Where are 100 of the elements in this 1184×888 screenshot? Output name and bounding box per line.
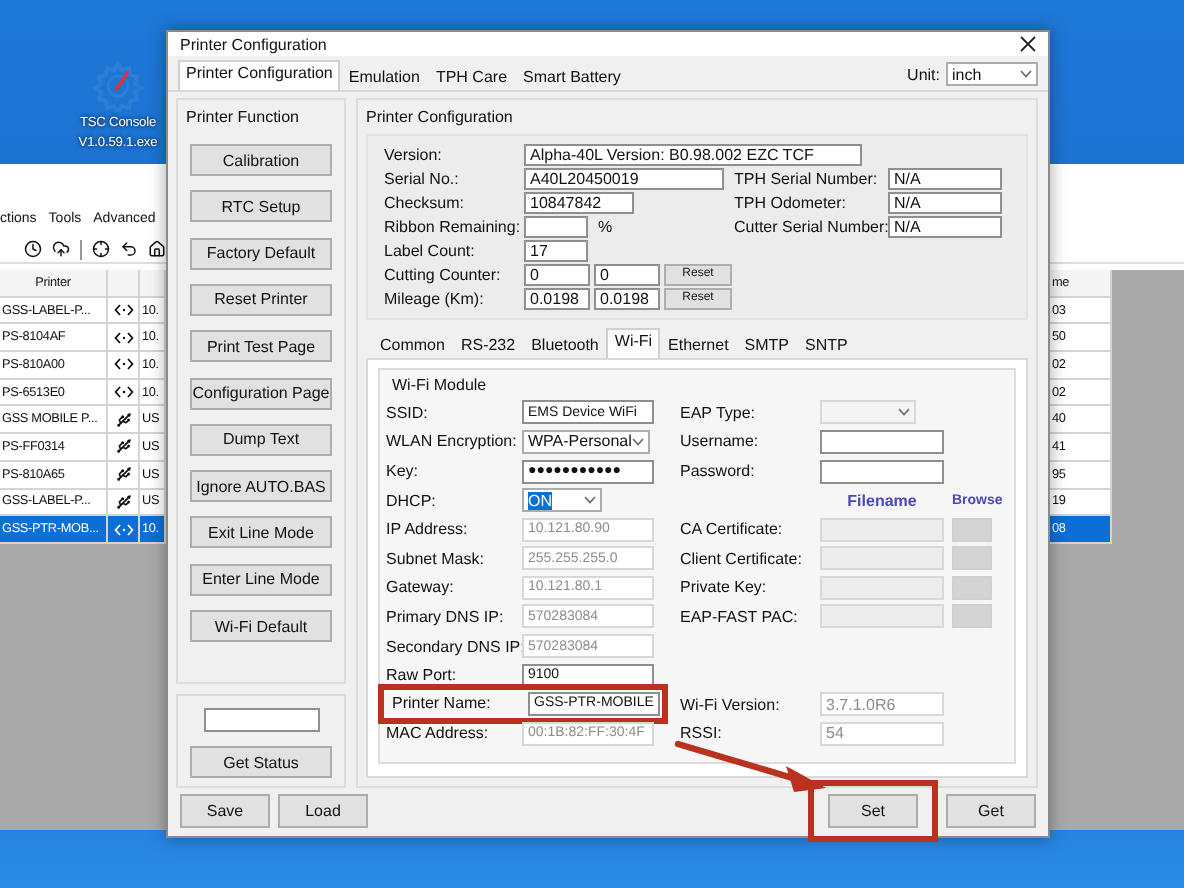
version-field[interactable]: Alpha-40L Version: B0.98.002 EZC TCF <box>524 143 862 166</box>
field-label: WLAN Encryption: <box>386 432 519 451</box>
home-icon[interactable] <box>148 240 166 258</box>
function-button[interactable]: Wi-Fi Default <box>190 610 332 642</box>
cloud-upload-icon[interactable] <box>52 240 70 258</box>
field-label: Raw Port: <box>386 666 459 685</box>
unit-select[interactable]: inch <box>946 62 1038 87</box>
field-label: CA Certificate: <box>680 520 785 539</box>
undo-icon[interactable] <box>120 240 138 258</box>
tph-field[interactable]: N/A <box>888 191 1002 214</box>
field-label: Password: <box>680 462 757 481</box>
field-label: Gateway: <box>386 578 456 597</box>
caret-icon <box>898 408 910 417</box>
function-button[interactable]: Ignore AUTO.BAS <box>190 470 332 503</box>
arrows-icon <box>113 358 133 371</box>
field-label: DHCP: <box>386 491 438 510</box>
function-button[interactable]: Dump Text <box>190 423 332 456</box>
unit-label: Unit: <box>907 65 940 84</box>
function-button[interactable]: Reset Printer <box>190 283 332 316</box>
group-title: Printer Configuration <box>366 108 515 127</box>
tab[interactable]: RS-232 <box>452 332 524 359</box>
serial-field[interactable]: A40L20450019 <box>524 167 724 190</box>
input-field[interactable] <box>820 459 944 484</box>
counter-field[interactable]: 0 <box>594 263 660 286</box>
ribbon-field[interactable] <box>524 215 588 238</box>
tab[interactable]: Wi-Fi <box>606 328 661 359</box>
field-label: TPH Serial Number: <box>734 169 880 188</box>
field-label: Checksum: <box>384 193 467 212</box>
close-icon[interactable] <box>1020 36 1036 53</box>
caret-icon <box>632 437 644 446</box>
field-label: MAC Address: <box>386 724 491 743</box>
function-button[interactable]: RTC Setup <box>190 190 332 223</box>
footer-button[interactable]: Get <box>946 793 1036 827</box>
field-label: TPH Odometer: <box>734 193 849 212</box>
field-label: Version: <box>384 145 444 164</box>
tab[interactable]: Common <box>372 332 453 359</box>
field-label: Label Count: <box>384 241 477 260</box>
field-label: Username: <box>680 432 761 451</box>
field-label: Subnet Mask: <box>386 549 486 568</box>
field-label: Mileage (Km): <box>384 289 486 308</box>
arrows-icon <box>113 523 133 536</box>
field-label: Key: <box>386 462 421 481</box>
function-button[interactable]: Enter Line Mode <box>190 563 332 596</box>
window-title: Printer Configuration <box>180 35 327 54</box>
column-header[interactable] <box>108 270 140 298</box>
select-field[interactable]: WPA-Personal <box>522 429 650 454</box>
status-field[interactable] <box>203 708 319 732</box>
crosshair-icon[interactable] <box>92 240 110 258</box>
field-label: Wi-Fi Version: <box>680 695 782 714</box>
usb-icon <box>115 493 131 510</box>
column-header[interactable] <box>140 270 166 298</box>
group-title: Printer Function <box>186 108 301 127</box>
usb-icon <box>115 438 131 455</box>
field-label: Private Key: <box>680 578 769 597</box>
percent-sign: % <box>598 217 613 236</box>
usb-icon <box>115 466 131 483</box>
gear-icon <box>92 60 144 112</box>
arrows-icon <box>113 331 133 344</box>
field-label: RSSI: <box>680 724 724 743</box>
tab[interactable]: TPH Care <box>427 64 516 91</box>
field-label: Secondary DNS IP: <box>386 637 522 656</box>
field-label: EAP Type: <box>680 403 758 422</box>
tab[interactable]: Bluetooth <box>523 332 607 359</box>
function-button[interactable]: Factory Default <box>190 237 332 270</box>
get-status-button[interactable]: Get Status <box>190 746 332 778</box>
footer-button[interactable]: Save <box>180 793 270 827</box>
caret-icon <box>1020 70 1032 79</box>
checksum-field[interactable]: 10847842 <box>524 191 634 214</box>
footer-button[interactable]: Load <box>278 793 368 827</box>
usb-icon <box>115 411 131 428</box>
tab[interactable]: SNTP <box>797 332 856 359</box>
field-label: IP Address: <box>386 520 470 539</box>
tab[interactable]: Printer Configuration <box>178 60 341 91</box>
tab[interactable]: Ethernet <box>660 332 737 359</box>
caret-icon <box>584 496 596 505</box>
field-label: SSID: <box>386 403 430 422</box>
field-label: Primary DNS IP: <box>386 607 506 626</box>
function-button[interactable]: Exit Line Mode <box>190 516 332 549</box>
tab[interactable]: Emulation <box>340 64 428 91</box>
count-field[interactable]: 17 <box>524 239 588 262</box>
counter-field[interactable]: 0 <box>524 263 590 286</box>
function-button[interactable]: Calibration <box>190 144 332 177</box>
arrows-icon <box>113 386 133 399</box>
footer-button[interactable]: Set <box>828 793 918 827</box>
field-label: Client Certificate: <box>680 549 804 568</box>
function-button[interactable]: Print Test Page <box>190 330 332 363</box>
field-label: Printer Name: <box>392 694 493 713</box>
tph-field[interactable]: N/A <box>888 167 1002 190</box>
group-title: Wi-Fi Module <box>392 376 489 395</box>
field-label: Cutter Serial Number: <box>734 217 888 236</box>
tph-field[interactable]: N/A <box>888 215 1002 238</box>
select-field[interactable]: ON <box>522 488 602 513</box>
counter-field[interactable]: 0.0198 <box>594 287 660 310</box>
tab[interactable]: Smart Battery <box>515 64 629 91</box>
field-label: Ribbon Remaining: <box>384 217 523 236</box>
function-button[interactable]: Configuration Page <box>190 377 332 410</box>
tab[interactable]: SMTP <box>736 332 798 359</box>
counter-field[interactable]: 0.0198 <box>524 287 590 310</box>
clock-icon[interactable] <box>24 240 42 258</box>
input-field[interactable] <box>820 429 944 454</box>
